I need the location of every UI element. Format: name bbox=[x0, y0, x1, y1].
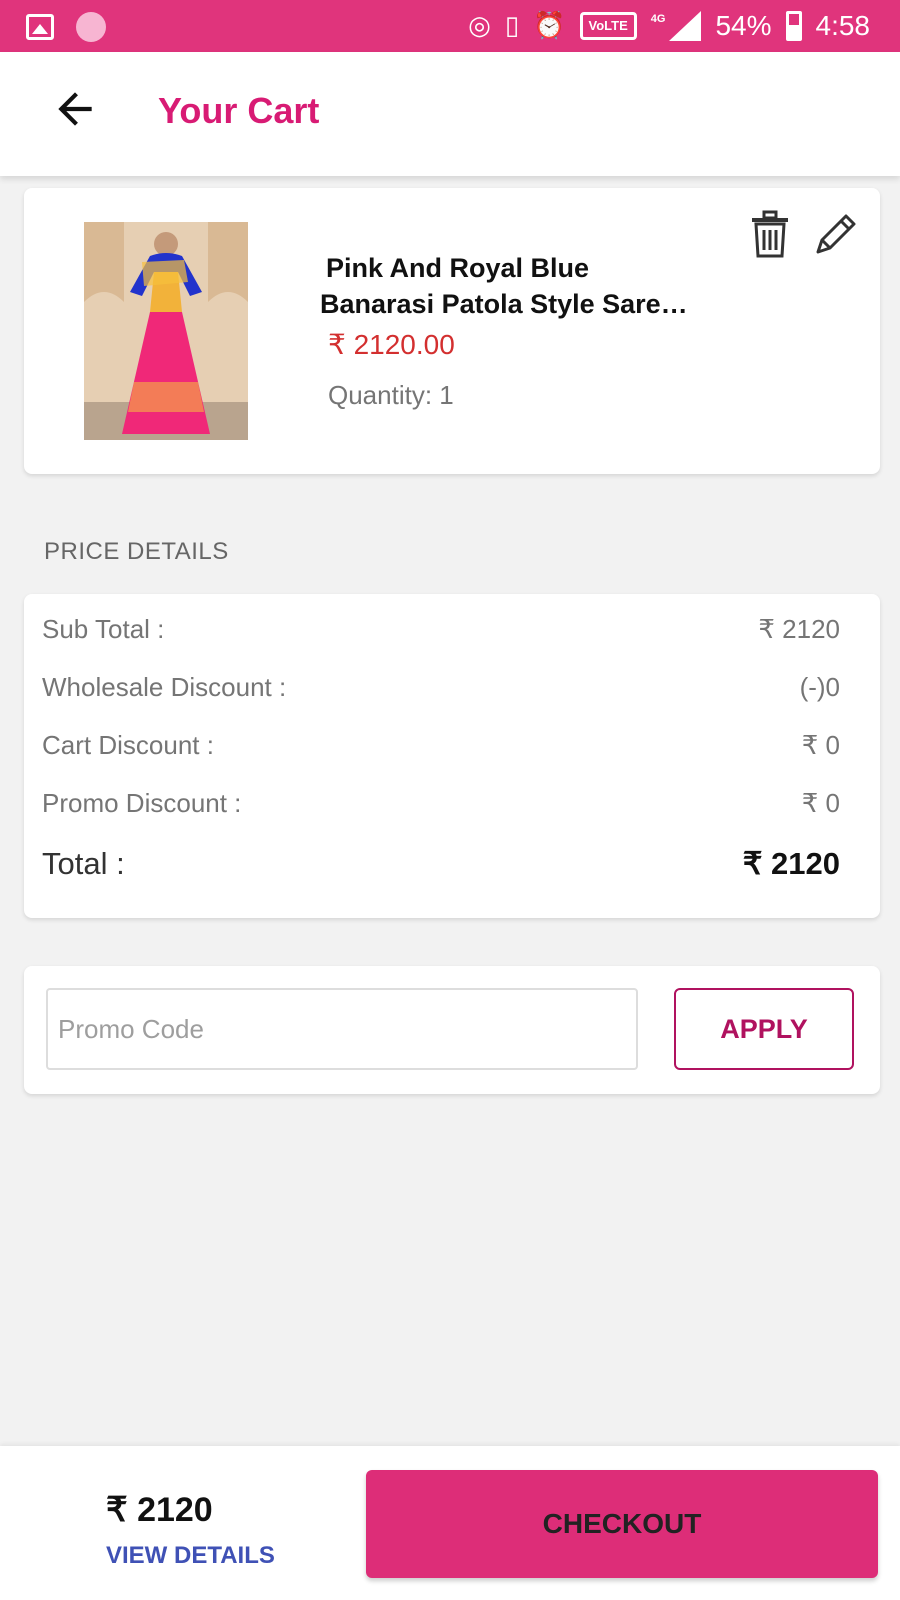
price-value: ₹ 0 bbox=[801, 730, 840, 760]
price-details-heading: PRICE DETAILS bbox=[44, 538, 229, 565]
price-details-card: Sub Total : ₹ 2120 Wholesale Discount : … bbox=[24, 594, 880, 918]
view-details-link[interactable]: VIEW DETAILS bbox=[106, 1542, 275, 1570]
apply-button[interactable]: APPLY bbox=[674, 988, 854, 1070]
clock: 4:58 bbox=[815, 10, 871, 41]
saree-image-icon bbox=[84, 222, 248, 440]
price-value: ₹ 0 bbox=[801, 788, 840, 818]
total-label: Total : bbox=[42, 846, 125, 881]
hotspot-icon: ◎ bbox=[468, 11, 491, 41]
product-name-line2: Banarasi Patola Style Sare… bbox=[320, 289, 688, 319]
total-value: ₹ 2120 bbox=[742, 846, 840, 881]
price-label: Sub Total : bbox=[42, 614, 165, 644]
bottom-bar: ₹ 2120 VIEW DETAILS CHECKOUT bbox=[0, 1446, 900, 1600]
edit-item-button[interactable] bbox=[812, 210, 860, 258]
price-value: ₹ 2120 bbox=[758, 614, 840, 644]
price-label: Cart Discount : bbox=[42, 730, 214, 760]
network-type-label: 4G bbox=[650, 13, 666, 25]
cart-item-card[interactable]: Pink And Royal Blue Banarasi Patola Styl… bbox=[24, 188, 880, 474]
checkout-button[interactable]: CHECKOUT bbox=[366, 1470, 878, 1578]
product-price: ₹ 2120.00 bbox=[328, 329, 455, 360]
vibrate-icon: ▯ bbox=[504, 11, 520, 41]
pencil-icon bbox=[816, 214, 856, 254]
price-row-cart-discount: Cart Discount : ₹ 0 bbox=[42, 730, 840, 761]
price-row-promo-discount: Promo Discount : ₹ 0 bbox=[42, 788, 840, 819]
price-value: (-)0 bbox=[799, 672, 840, 702]
delete-item-button[interactable] bbox=[748, 210, 792, 258]
product-quantity: Quantity: 1 bbox=[328, 380, 454, 410]
app-bar: Your Cart bbox=[0, 52, 900, 176]
page-title: Your Cart bbox=[158, 90, 320, 131]
signal-icon bbox=[669, 11, 702, 41]
back-button[interactable] bbox=[50, 84, 100, 134]
arrow-back-icon bbox=[58, 92, 92, 126]
battery-percent: 54% bbox=[715, 10, 772, 41]
product-image[interactable] bbox=[84, 222, 248, 440]
app-notification-icon bbox=[76, 12, 106, 42]
trash-icon bbox=[752, 210, 788, 258]
promo-code-input[interactable] bbox=[46, 988, 638, 1070]
promo-card: APPLY bbox=[24, 966, 880, 1094]
price-label: Wholesale Discount : bbox=[42, 672, 287, 702]
gallery-notification-icon bbox=[26, 14, 54, 40]
volte-icon: VoLTE bbox=[579, 12, 637, 40]
alarm-icon: ⏰ bbox=[533, 11, 566, 41]
price-row-subtotal: Sub Total : ₹ 2120 bbox=[42, 614, 840, 645]
bottom-total: ₹ 2120 bbox=[106, 1491, 213, 1529]
status-bar: ◎ ▯ ⏰ VoLTE 4G 54% 4:58 bbox=[0, 0, 900, 52]
price-row-total: Total : ₹ 2120 bbox=[42, 846, 840, 882]
battery-icon bbox=[785, 11, 802, 41]
product-name-line1: Pink And Royal Blue bbox=[326, 253, 590, 283]
price-label: Promo Discount : bbox=[42, 788, 242, 818]
price-row-wholesale-discount: Wholesale Discount : (-)0 bbox=[42, 672, 840, 703]
product-name[interactable]: Pink And Royal Blue Banarasi Patola Styl… bbox=[320, 250, 740, 322]
